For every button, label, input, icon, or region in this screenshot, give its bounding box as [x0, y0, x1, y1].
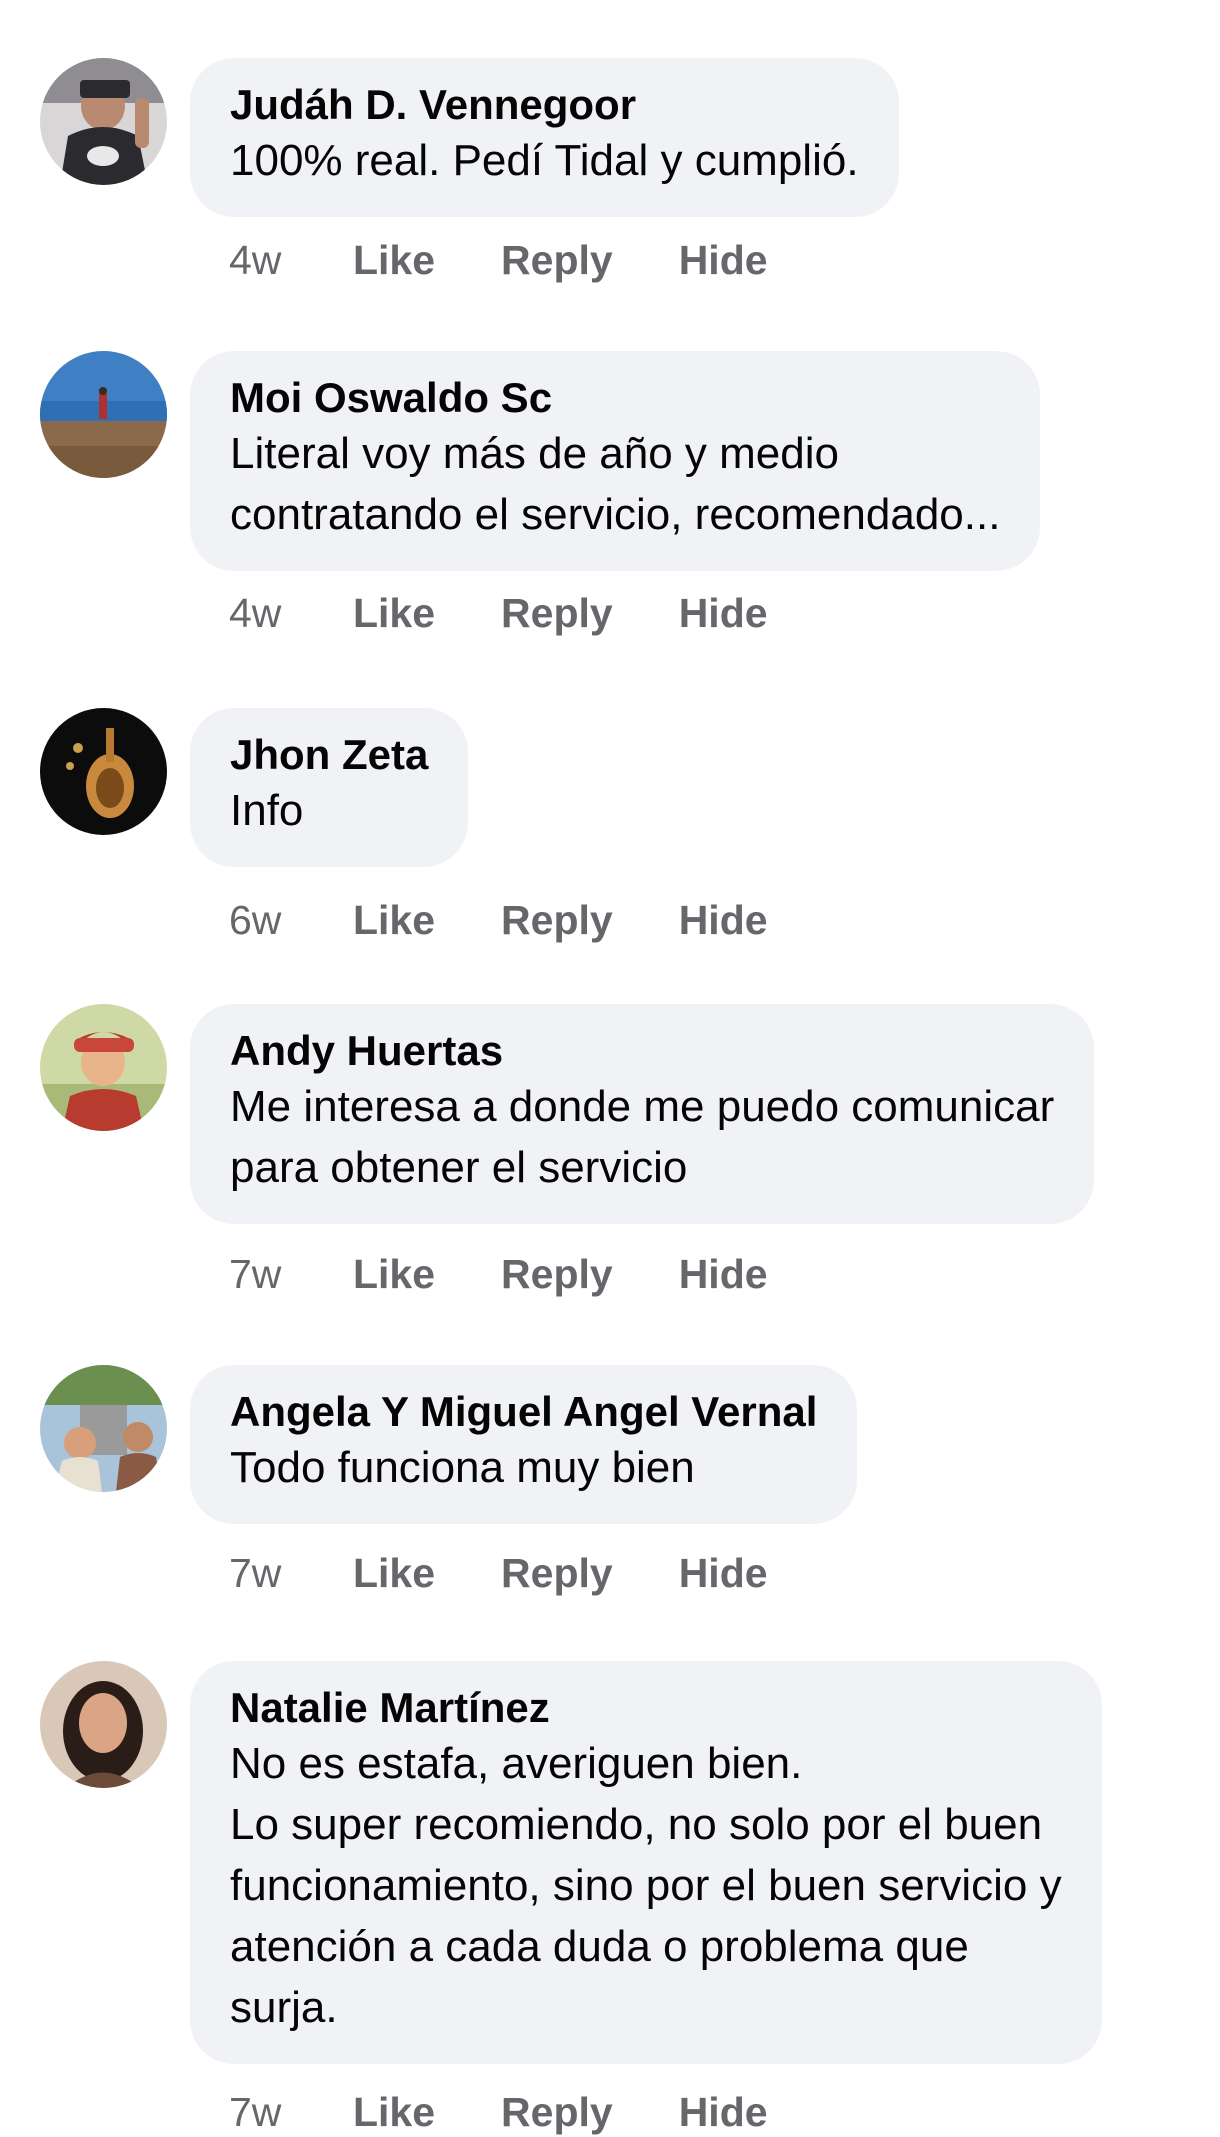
like-button[interactable]: Like: [353, 588, 435, 638]
comment-actions: 7w Like Reply Hide: [229, 2087, 834, 2137]
comment-bubble: Moi Oswaldo Sc Literal voy más de año y …: [190, 351, 1041, 571]
comment-timestamp[interactable]: 4w: [229, 235, 353, 285]
hide-button[interactable]: Hide: [679, 588, 768, 638]
comment-timestamp[interactable]: 7w: [229, 1548, 353, 1598]
hide-button[interactable]: Hide: [679, 1548, 768, 1598]
like-button[interactable]: Like: [353, 235, 435, 285]
comment-actions: 4w Like Reply Hide: [229, 235, 834, 285]
reply-button[interactable]: Reply: [501, 588, 613, 638]
comment-author[interactable]: Angela Y Miguel Angel Vernal: [230, 1387, 817, 1437]
comment-author[interactable]: Andy Huertas: [230, 1026, 1054, 1076]
comment-actions: 7w Like Reply Hide: [229, 1548, 834, 1598]
comment-text: 100% real. Pedí Tidal y cumplió.: [230, 136, 859, 185]
comment-bubble: Jhon Zeta Info: [190, 708, 469, 867]
hide-button[interactable]: Hide: [679, 2087, 768, 2137]
reply-button[interactable]: Reply: [501, 895, 613, 945]
comment-text: Me interesa a donde me puedo comunicar p…: [230, 1082, 1055, 1192]
comment-bubble: Angela Y Miguel Angel Vernal Todo funcio…: [190, 1365, 858, 1524]
comment-timestamp[interactable]: 7w: [229, 2087, 353, 2137]
like-button[interactable]: Like: [353, 1249, 435, 1299]
comment-author[interactable]: Natalie Martínez: [230, 1683, 1062, 1733]
like-button[interactable]: Like: [353, 1548, 435, 1598]
comment-bubble: Judáh D. Vennegoor 100% real. Pedí Tidal…: [190, 58, 899, 217]
comment-author[interactable]: Moi Oswaldo Sc: [230, 373, 1000, 423]
avatar[interactable]: [40, 58, 167, 185]
comment-text: Literal voy más de año y medio contratan…: [230, 429, 1001, 539]
comment-author[interactable]: Jhon Zeta: [230, 730, 428, 780]
avatar[interactable]: [40, 708, 167, 835]
comment-bubble: Natalie Martínez No es estafa, averiguen…: [190, 1661, 1102, 2064]
reply-button[interactable]: Reply: [501, 1249, 613, 1299]
reply-button[interactable]: Reply: [501, 1548, 613, 1598]
hide-button[interactable]: Hide: [679, 895, 768, 945]
comment-author[interactable]: Judáh D. Vennegoor: [230, 80, 859, 130]
comment-actions: 6w Like Reply Hide: [229, 895, 834, 945]
reply-button[interactable]: Reply: [501, 235, 613, 285]
comment-timestamp[interactable]: 6w: [229, 895, 353, 945]
avatar[interactable]: [40, 351, 167, 478]
reply-button[interactable]: Reply: [501, 2087, 613, 2137]
comment-actions: 4w Like Reply Hide: [229, 588, 834, 638]
like-button[interactable]: Like: [353, 2087, 435, 2137]
like-button[interactable]: Like: [353, 895, 435, 945]
comment-timestamp[interactable]: 7w: [229, 1249, 353, 1299]
hide-button[interactable]: Hide: [679, 1249, 768, 1299]
comment-bubble: Andy Huertas Me interesa a donde me pued…: [190, 1004, 1095, 1224]
comment-text: Todo funciona muy bien: [230, 1443, 695, 1492]
comment-timestamp[interactable]: 4w: [229, 588, 353, 638]
comment-text: No es estafa, averiguen bien. Lo super r…: [230, 1739, 1062, 2032]
comment-text: Info: [230, 786, 304, 835]
comment-actions: 7w Like Reply Hide: [229, 1249, 834, 1299]
avatar[interactable]: [40, 1004, 167, 1131]
avatar[interactable]: [40, 1661, 167, 1788]
hide-button[interactable]: Hide: [679, 235, 768, 285]
avatar[interactable]: [40, 1365, 167, 1492]
